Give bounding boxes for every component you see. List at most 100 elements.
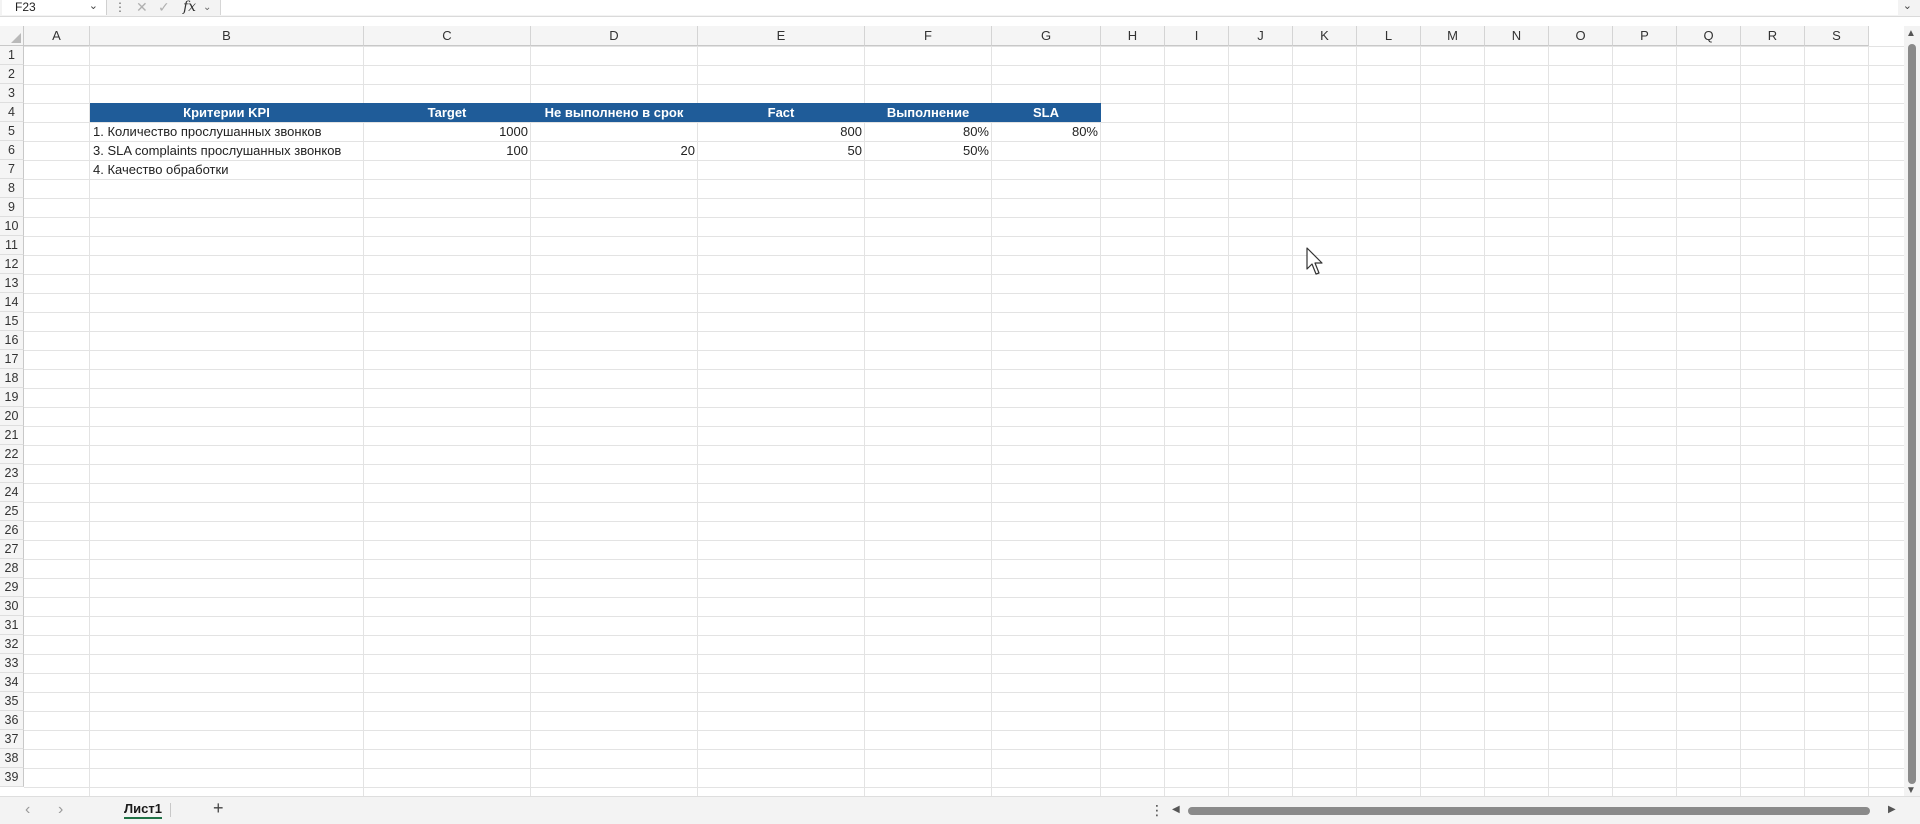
header-done[interactable]: Выполнение (865, 103, 992, 122)
row-header-21[interactable]: 21 (0, 426, 24, 445)
cell-area[interactable]: Критерии KPI Target Не выполнено в срок … (24, 46, 1904, 807)
row-header-13[interactable]: 13 (0, 274, 24, 293)
row-header-33[interactable]: 33 (0, 654, 24, 673)
cell-g5[interactable] (992, 141, 1098, 160)
header-sla[interactable]: SLA (992, 103, 1101, 122)
row-header-26[interactable]: 26 (0, 521, 24, 540)
column-header-l[interactable]: L (1357, 26, 1421, 46)
row-header-29[interactable]: 29 (0, 578, 24, 597)
row-header-28[interactable]: 28 (0, 559, 24, 578)
cell-f5[interactable]: 50% (865, 141, 989, 160)
row-header-17[interactable]: 17 (0, 350, 24, 369)
row-header-39[interactable]: 39 (0, 768, 24, 787)
row-header-1[interactable]: 1 (0, 46, 24, 65)
chevron-left-icon[interactable]: ‹ (25, 801, 30, 819)
column-header-b[interactable]: B (90, 26, 364, 46)
column-header-k[interactable]: K (1293, 26, 1357, 46)
vertical-scrollbar[interactable]: ▲ ▼ (1904, 26, 1920, 796)
row-header-27[interactable]: 27 (0, 540, 24, 559)
row-header-9[interactable]: 9 (0, 198, 24, 217)
row-header-30[interactable]: 30 (0, 597, 24, 616)
column-header-p[interactable]: P (1613, 26, 1677, 46)
column-header-j[interactable]: J (1229, 26, 1293, 46)
column-header-n[interactable]: N (1485, 26, 1549, 46)
cell-e4[interactable]: 800 (698, 122, 862, 141)
scroll-up-icon[interactable]: ▲ (1906, 28, 1916, 39)
row-header-4[interactable]: 4 (0, 103, 24, 122)
close-icon[interactable]: ✕ (136, 0, 148, 15)
row-header-10[interactable]: 10 (0, 217, 24, 236)
column-header-e[interactable]: E (698, 26, 865, 46)
cell-c5[interactable]: 100 (364, 141, 528, 160)
header-kpi[interactable]: Критерии KPI (90, 103, 364, 122)
row-header-7[interactable]: 7 (0, 160, 24, 179)
row-header-8[interactable]: 8 (0, 179, 24, 198)
check-icon[interactable]: ✓ (158, 0, 170, 15)
cell-d4[interactable] (531, 122, 695, 141)
row-header-14[interactable]: 14 (0, 293, 24, 312)
scroll-down-icon[interactable]: ▼ (1906, 785, 1916, 796)
column-header-a[interactable]: A (24, 26, 90, 46)
row-header-19[interactable]: 19 (0, 388, 24, 407)
row-header-35[interactable]: 35 (0, 692, 24, 711)
row-header-5[interactable]: 5 (0, 122, 24, 141)
select-all-button[interactable] (0, 26, 24, 46)
column-header-o[interactable]: O (1549, 26, 1613, 46)
row-header-37[interactable]: 37 (0, 730, 24, 749)
cell-b4[interactable]: 1. Количество прослушанных звонков (93, 122, 322, 141)
row-header-31[interactable]: 31 (0, 616, 24, 635)
row-header-34[interactable]: 34 (0, 673, 24, 692)
header-fact[interactable]: Fact (698, 103, 865, 122)
sheet-tab-active[interactable]: Лист1 (116, 797, 170, 821)
formula-input[interactable] (220, 0, 1898, 15)
row-header-3[interactable]: 3 (0, 84, 24, 103)
column-header-g[interactable]: G (992, 26, 1101, 46)
row-header-6[interactable]: 6 (0, 141, 24, 160)
cell-g4[interactable]: 80% (992, 122, 1098, 141)
chevron-down-icon[interactable]: ⌄ (203, 0, 211, 15)
row-header-36[interactable]: 36 (0, 711, 24, 730)
row-header-25[interactable]: 25 (0, 502, 24, 521)
row-header-38[interactable]: 38 (0, 749, 24, 768)
row-header-18[interactable]: 18 (0, 369, 24, 388)
column-header-i[interactable]: I (1165, 26, 1229, 46)
cell-d5[interactable]: 20 (531, 141, 695, 160)
column-header-r[interactable]: R (1741, 26, 1805, 46)
column-header-h[interactable]: H (1101, 26, 1165, 46)
header-target[interactable]: Target (364, 103, 531, 122)
row-header-24[interactable]: 24 (0, 483, 24, 502)
cell-f4[interactable]: 80% (865, 122, 989, 141)
row-header-11[interactable]: 11 (0, 236, 24, 255)
row-header-22[interactable]: 22 (0, 445, 24, 464)
row-header-12[interactable]: 12 (0, 255, 24, 274)
cell-b5[interactable]: 3. SLA complaints прослушанных звонков (93, 141, 341, 160)
horizontal-scroll-thumb[interactable] (1188, 807, 1870, 815)
function-icon[interactable]: fx (183, 0, 196, 15)
expand-formula-bar-icon[interactable]: ⌄ (1903, 0, 1912, 12)
scroll-right-icon[interactable]: ▶ (1888, 804, 1896, 815)
cell-e5[interactable]: 50 (698, 141, 862, 160)
vertical-scroll-thumb[interactable] (1908, 44, 1916, 784)
column-header-s[interactable]: S (1805, 26, 1869, 46)
column-header-f[interactable]: F (865, 26, 992, 46)
row-header-20[interactable]: 20 (0, 407, 24, 426)
row-header-16[interactable]: 16 (0, 331, 24, 350)
name-box[interactable]: F23 ⌄ (2, 0, 107, 15)
column-header-d[interactable]: D (531, 26, 698, 46)
chevron-down-icon[interactable]: ⌄ (89, 0, 98, 12)
cell-c4[interactable]: 1000 (364, 122, 528, 141)
column-header-m[interactable]: M (1421, 26, 1485, 46)
more-options-icon[interactable]: ⋮ (1150, 802, 1164, 819)
column-header-q[interactable]: Q (1677, 26, 1741, 46)
add-sheet-button[interactable]: + (213, 798, 224, 819)
more-options-icon[interactable]: ⋮ (114, 0, 126, 15)
chevron-right-icon[interactable]: › (58, 801, 63, 819)
column-header-c[interactable]: C (364, 26, 531, 46)
row-header-15[interactable]: 15 (0, 312, 24, 331)
header-not-done[interactable]: Не выполнено в срок (531, 103, 698, 122)
row-header-2[interactable]: 2 (0, 65, 24, 84)
scroll-left-icon[interactable]: ◀ (1172, 804, 1180, 815)
cell-b6[interactable]: 4. Качество обработки (93, 160, 228, 179)
row-header-32[interactable]: 32 (0, 635, 24, 654)
row-header-23[interactable]: 23 (0, 464, 24, 483)
